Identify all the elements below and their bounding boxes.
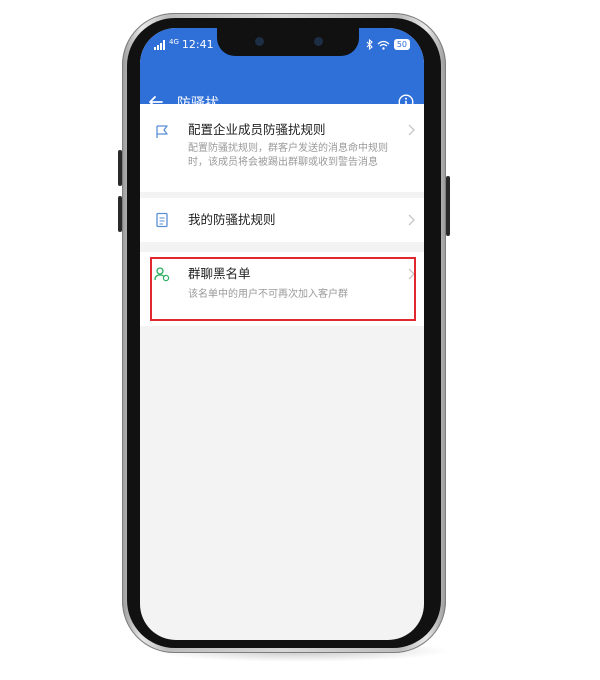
front-camera-icon bbox=[255, 37, 264, 46]
document-icon bbox=[156, 212, 168, 228]
status-bar-right: 50 bbox=[366, 39, 410, 50]
chevron-right-icon bbox=[408, 214, 415, 226]
item-title: 我的防骚扰规则 bbox=[188, 212, 276, 227]
list-item-member-rules[interactable]: 配置企业成员防骚扰规则 配置防骚扰规则，群客户发送的消息命中规则时，该成员将会被… bbox=[140, 104, 424, 192]
list-item-my-rules[interactable]: 我的防骚扰规则 bbox=[140, 198, 424, 242]
chevron-right-icon bbox=[408, 124, 415, 136]
highlight-box bbox=[150, 257, 416, 321]
wifi-icon bbox=[377, 40, 390, 50]
bluetooth-icon bbox=[366, 39, 373, 50]
power-button bbox=[446, 176, 450, 236]
battery-icon: 50 bbox=[393, 39, 410, 50]
network-type: 4G bbox=[169, 37, 179, 46]
item-description: 配置防骚扰规则，群客户发送的消息命中规则时，该成员将会被踢出群聊或收到警告消息 bbox=[188, 143, 388, 168]
sensor-icon bbox=[314, 37, 323, 46]
flag-icon bbox=[156, 125, 168, 138]
phone-notch bbox=[217, 28, 359, 56]
status-bar-left: 4G 12:41 bbox=[154, 38, 214, 51]
signal-icon bbox=[154, 39, 165, 50]
phone-screen: 4G 12:41 50 防骚扰 配置企业成员防骚扰 bbox=[140, 28, 424, 640]
item-title: 配置企业成员防骚扰规则 bbox=[188, 122, 326, 137]
status-time: 12:41 bbox=[181, 38, 214, 51]
